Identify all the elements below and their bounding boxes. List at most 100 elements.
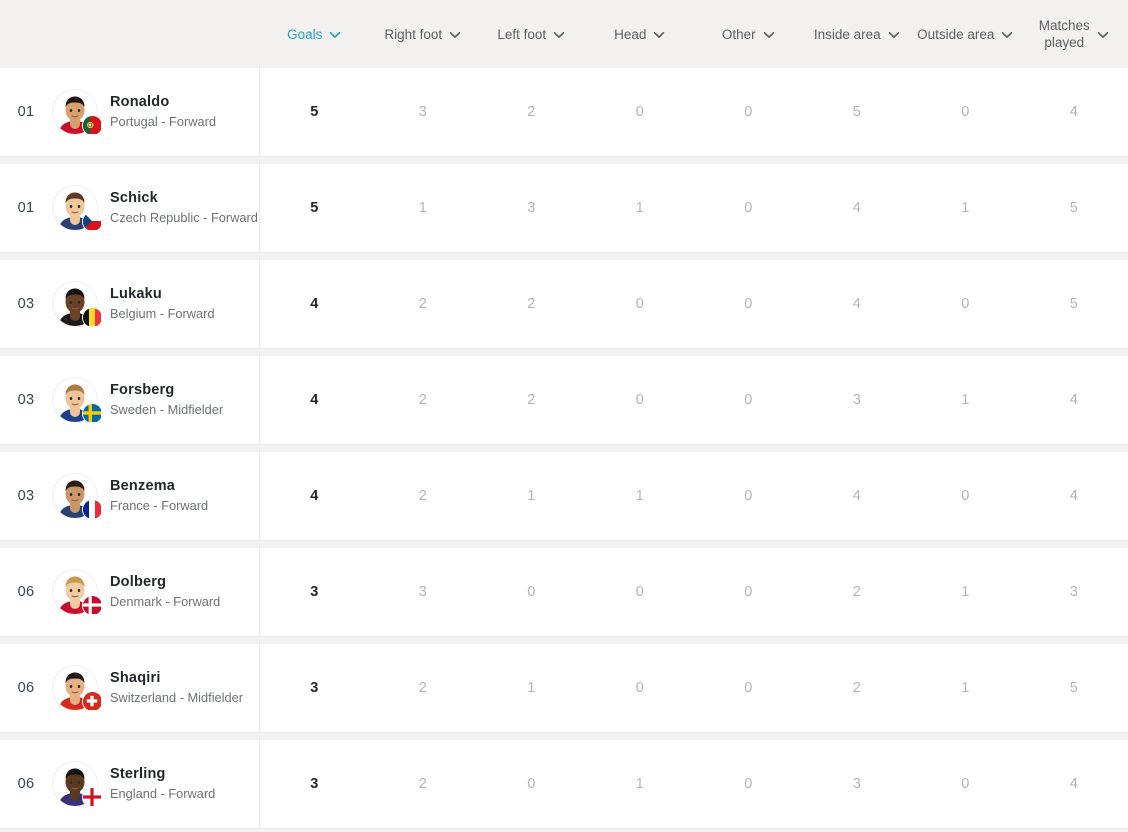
avatar (52, 761, 103, 808)
avatar (52, 569, 103, 616)
chevron-down-icon[interactable] (1097, 29, 1109, 41)
stat-right_foot: 2 (418, 296, 427, 312)
header-col-matches_played[interactable]: Matches played (1020, 0, 1128, 68)
header-col-right_foot[interactable]: Right foot (369, 0, 478, 68)
table-row[interactable]: 01 Ronaldo Portugal - Forward 5 3 2 0 0 5 0 4 (0, 68, 1128, 156)
player-identity: Benzema France - Forward (110, 477, 208, 515)
stat-left_foot: 3 (527, 200, 536, 216)
stat-inside_area: 2 (852, 680, 861, 696)
stat-matches_played: 4 (1069, 488, 1078, 504)
chevron-down-icon[interactable] (553, 29, 565, 41)
player-country-position: Portugal - Forward (110, 113, 216, 129)
player-name[interactable]: Ronaldo (110, 93, 216, 112)
stat-inside_area: 4 (852, 200, 861, 216)
chevron-down-icon[interactable] (653, 29, 665, 41)
stat-left_foot: 1 (527, 680, 536, 696)
stat-head: 0 (635, 680, 644, 696)
player-country-position: England - Forward (110, 785, 216, 801)
stat-left_foot: 2 (527, 392, 536, 408)
stat-matches_played: 4 (1069, 392, 1078, 408)
player-identity: Ronaldo Portugal - Forward (110, 93, 216, 131)
player-country-position: Switzerland - Midfielder (110, 689, 243, 705)
table-row[interactable]: 06 Dolberg Denmark - Forward 3 3 0 0 0 2 1 3 (0, 548, 1128, 636)
table-row[interactable]: 01 Schick Czech Republic - Forward 5 1 3 1 0 4 1 5 (0, 164, 1128, 252)
player-identity: Dolberg Denmark - Forward (110, 573, 220, 611)
chevron-down-icon[interactable] (888, 29, 900, 41)
player-name[interactable]: Forsberg (110, 381, 223, 400)
table-row[interactable]: 03 Lukaku Belgium - Forward 4 2 2 0 0 4 0 5 (0, 260, 1128, 348)
stat-matches_played: 3 (1069, 584, 1078, 600)
stat-matches_played: 4 (1069, 776, 1078, 792)
stat-head: 1 (635, 200, 644, 216)
stat-matches_played: 5 (1069, 296, 1078, 312)
flag-belgium (82, 307, 103, 328)
stat-goals: 4 (310, 488, 319, 504)
stat-other: 0 (744, 488, 753, 504)
stats-cells: 4 2 2 0 0 4 0 5 (260, 260, 1128, 348)
stat-goals: 5 (310, 200, 319, 216)
player-name[interactable]: Lukaku (110, 285, 215, 304)
rank-number: 01 (17, 200, 35, 216)
player-identity: Schick Czech Republic - Forward (110, 189, 258, 227)
stat-head: 0 (635, 392, 644, 408)
rank-number: 03 (17, 488, 35, 504)
player-cell: 03 Forsberg Sweden - Midfielder (0, 356, 260, 444)
chevron-down-icon[interactable] (449, 29, 461, 41)
stats-cells: 5 1 3 1 0 4 1 5 (260, 164, 1128, 252)
top-scorers-table: Goals Right foot Left foot Head Other Inside … (0, 0, 1128, 828)
stat-matches_played: 4 (1069, 104, 1078, 120)
player-name[interactable]: Dolberg (110, 573, 220, 592)
player-name[interactable]: Schick (110, 189, 258, 208)
stat-outside_area: 0 (961, 776, 970, 792)
stat-left_foot: 0 (527, 776, 536, 792)
header-col-left_foot[interactable]: Left foot (477, 0, 586, 68)
player-identity: Lukaku Belgium - Forward (110, 285, 215, 323)
stat-other: 0 (744, 104, 753, 120)
player-name[interactable]: Sterling (110, 765, 215, 784)
player-name[interactable]: Benzema (110, 477, 208, 496)
rank-number: 06 (17, 584, 35, 600)
stat-inside_area: 3 (852, 392, 861, 408)
player-cell: 03 Lukaku Belgium - Forward (0, 260, 260, 348)
player-cell: 01 Schick Czech Republic - Forward (0, 164, 260, 252)
rank-number: 03 (17, 296, 35, 312)
stat-goals: 5 (310, 104, 319, 120)
header-col-inside_area[interactable]: Inside area (803, 0, 912, 68)
player-cell: 01 Ronaldo Portugal - Forward (0, 68, 260, 156)
table-row[interactable]: 06 Sterling England - Forward 3 2 0 1 0 3 0 4 (0, 740, 1128, 828)
flag-switzerland (82, 691, 103, 712)
chevron-down-icon[interactable] (763, 29, 775, 41)
stat-head: 0 (635, 296, 644, 312)
chevron-down-icon[interactable] (1001, 29, 1013, 41)
header-col-label: Head (614, 26, 647, 42)
avatar (52, 473, 103, 520)
rank-number: 06 (17, 776, 35, 792)
stat-other: 0 (744, 296, 753, 312)
header-col-other[interactable]: Other (694, 0, 803, 68)
player-name[interactable]: Shaqiri (110, 669, 243, 688)
table-row[interactable]: 03 Benzema France - Forward 4 2 1 1 0 4 0 4 (0, 452, 1128, 540)
header-stat-columns: Goals Right foot Left foot Head Other Inside … (260, 0, 1128, 68)
header-col-label: Other (721, 26, 756, 42)
stat-left_foot: 0 (527, 584, 536, 600)
stat-goals: 3 (310, 776, 319, 792)
player-cell: 03 Benzema France - Forward (0, 452, 260, 540)
table-body: 01 Ronaldo Portugal - Forward 5 3 2 0 0 5 0 4 01 Sch… (0, 68, 1128, 828)
stat-inside_area: 5 (852, 104, 861, 120)
stat-matches_played: 5 (1069, 680, 1078, 696)
stat-other: 0 (744, 392, 753, 408)
chevron-down-icon[interactable] (329, 29, 341, 41)
stat-right_foot: 1 (418, 200, 427, 216)
stat-right_foot: 3 (418, 584, 427, 600)
flag-portugal (82, 115, 103, 136)
header-col-goals[interactable]: Goals (260, 0, 369, 68)
header-col-label: Right foot (384, 26, 443, 42)
stat-outside_area: 1 (961, 392, 970, 408)
header-col-head[interactable]: Head (586, 0, 695, 68)
header-col-outside_area[interactable]: Outside area (911, 0, 1020, 68)
table-row[interactable]: 03 Forsberg Sweden - Midfielder 4 2 2 0 0 3 1 4 (0, 356, 1128, 444)
stat-other: 0 (744, 680, 753, 696)
header-col-label: Matches played (1038, 18, 1090, 50)
stat-inside_area: 2 (852, 584, 861, 600)
table-row[interactable]: 06 Shaqiri Switzerland - Midfielder 3 2 1 0 0 2 1… (0, 644, 1128, 732)
